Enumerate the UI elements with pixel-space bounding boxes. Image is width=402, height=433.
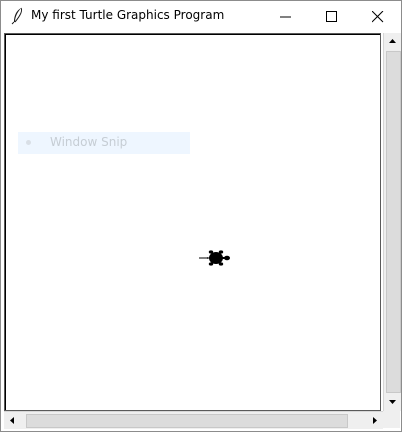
- turtle-icon: [199, 250, 230, 266]
- horizontal-scroll-thumb[interactable]: [26, 414, 348, 428]
- close-button[interactable]: [355, 1, 401, 32]
- scrollbar-corner: [383, 411, 400, 428]
- scroll-right-button[interactable]: [366, 412, 383, 429]
- scroll-up-button[interactable]: [384, 33, 401, 50]
- arrow-left-icon: [10, 417, 14, 424]
- turtle-window: My first Turtle Graphics Program Window …: [0, 0, 402, 432]
- arrow-down-icon: [389, 400, 396, 404]
- close-icon: [372, 11, 384, 23]
- feather-icon: [9, 7, 27, 25]
- maximize-icon: [326, 11, 337, 22]
- title-bar[interactable]: My first Turtle Graphics Program: [1, 1, 401, 32]
- window-snip-label: Window Snip: [50, 135, 128, 149]
- snip-dot-icon: [26, 140, 31, 145]
- scroll-down-button[interactable]: [384, 393, 401, 410]
- maximize-button[interactable]: [309, 1, 355, 32]
- turtle-canvas[interactable]: Window Snip: [4, 33, 381, 411]
- window-snip-overlay: Window Snip: [18, 132, 190, 154]
- window-title: My first Turtle Graphics Program: [31, 8, 225, 22]
- vertical-scrollbar[interactable]: [383, 33, 401, 411]
- arrow-up-icon: [389, 39, 396, 43]
- horizontal-scrollbar[interactable]: [4, 411, 383, 429]
- arrow-right-icon: [373, 417, 377, 424]
- scroll-left-button[interactable]: [4, 412, 21, 429]
- minimize-button[interactable]: [263, 1, 309, 32]
- vertical-scroll-thumb[interactable]: [386, 51, 401, 393]
- minimize-icon: [280, 16, 291, 18]
